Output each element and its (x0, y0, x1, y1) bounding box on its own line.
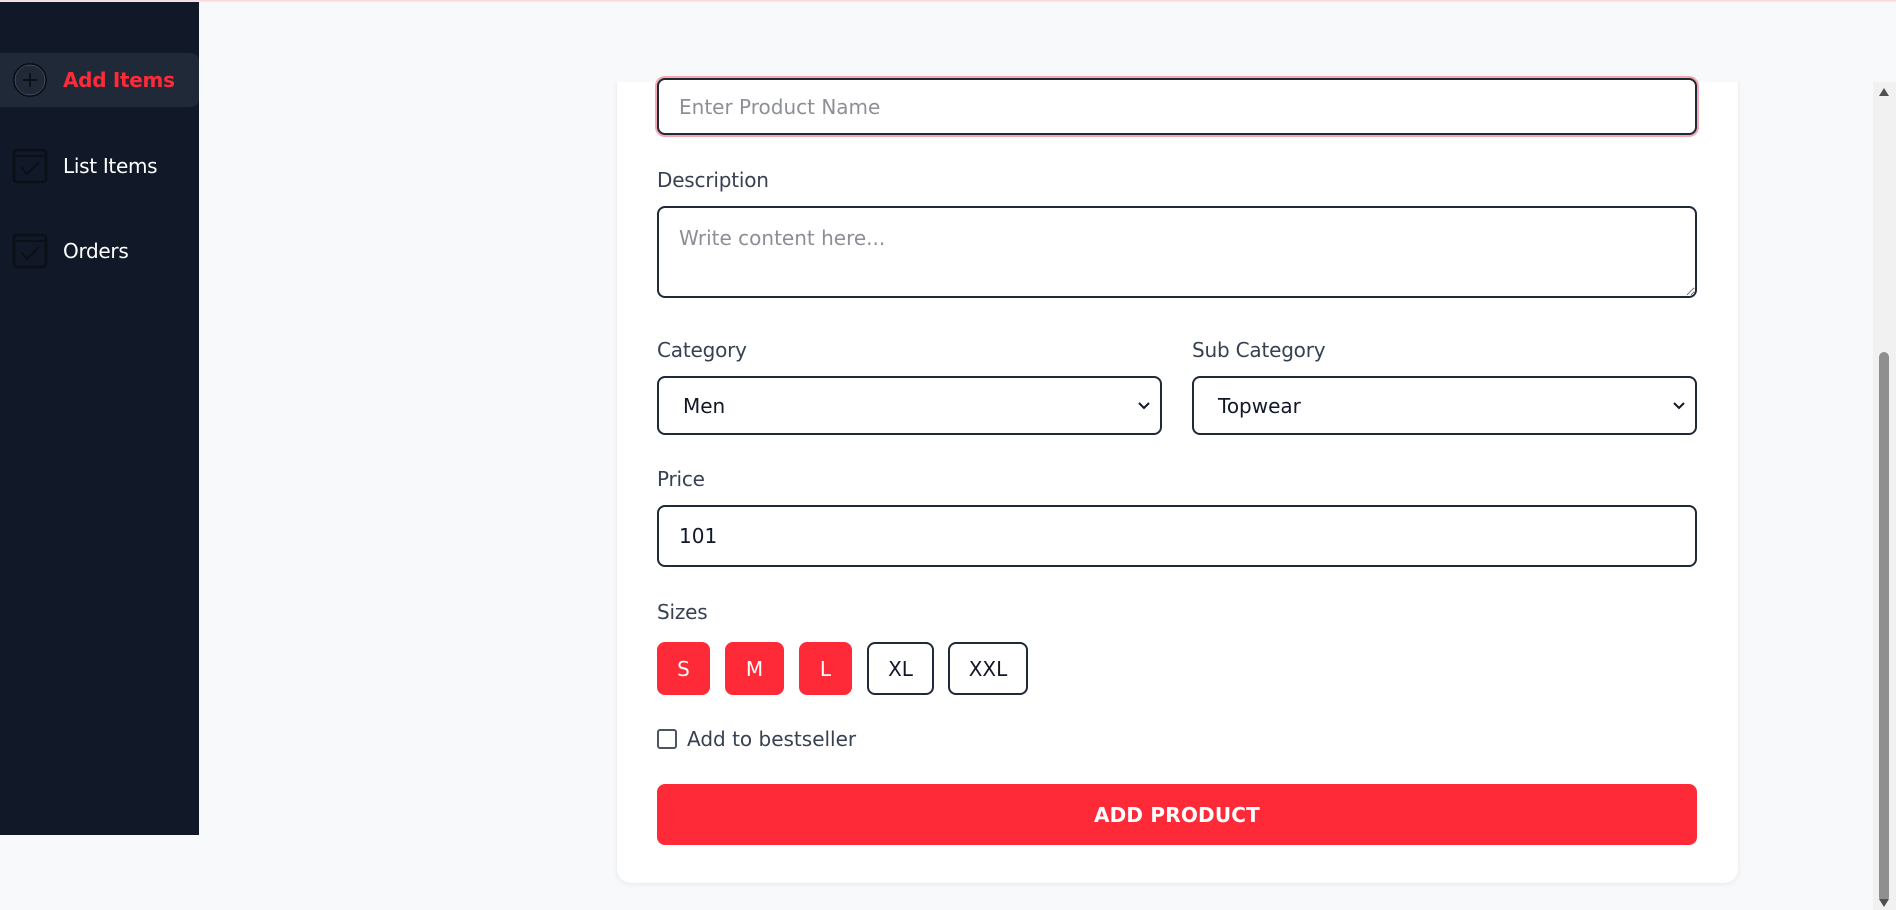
category-selected-value: Men (683, 393, 726, 418)
sidebar-item-orders[interactable]: Orders (0, 224, 199, 278)
checklist-icon (12, 233, 48, 269)
header-band (199, 3, 1879, 82)
add-product-card (617, 30, 1738, 883)
price-label: Price (657, 467, 705, 491)
product-name-input[interactable] (657, 78, 1697, 135)
subcategory-label: Sub Category (1192, 338, 1326, 362)
size-button-s[interactable]: S (657, 642, 710, 695)
scrollbar-thumb[interactable] (1879, 352, 1889, 902)
size-button-l[interactable]: L (799, 642, 852, 695)
category-label: Category (657, 338, 747, 362)
subcategory-select[interactable]: Topwear (1192, 376, 1697, 435)
scroll-up-icon[interactable] (1878, 87, 1890, 97)
size-button-m[interactable]: M (725, 642, 784, 695)
sidebar-item-label: Add Items (63, 68, 175, 92)
size-button-xxl[interactable]: XXL (948, 642, 1028, 695)
sidebar-item-add-items[interactable]: Add Items (0, 53, 199, 107)
scroll-down-icon[interactable] (1878, 898, 1890, 908)
chevron-down-icon (1673, 401, 1685, 409)
checklist-icon (12, 148, 48, 184)
chevron-down-icon (1138, 401, 1150, 409)
add-product-button[interactable]: ADD PRODUCT (657, 784, 1697, 845)
sidebar-item-label: List Items (63, 154, 158, 178)
bestseller-label: Add to bestseller (687, 727, 857, 751)
size-button-xl[interactable]: XL (867, 642, 934, 695)
sidebar: Add Items List Items Orders (0, 2, 199, 835)
add-circle-icon (13, 63, 47, 97)
price-input[interactable] (657, 505, 1697, 567)
sizes-label: Sizes (657, 600, 708, 624)
bestseller-checkbox[interactable] (657, 729, 677, 749)
sidebar-item-label: Orders (63, 239, 129, 263)
subcategory-selected-value: Topwear (1218, 393, 1301, 418)
sidebar-item-list-items[interactable]: List Items (0, 139, 199, 193)
description-textarea[interactable] (657, 206, 1697, 298)
category-select[interactable]: Men (657, 376, 1162, 435)
description-label: Description (657, 168, 769, 192)
